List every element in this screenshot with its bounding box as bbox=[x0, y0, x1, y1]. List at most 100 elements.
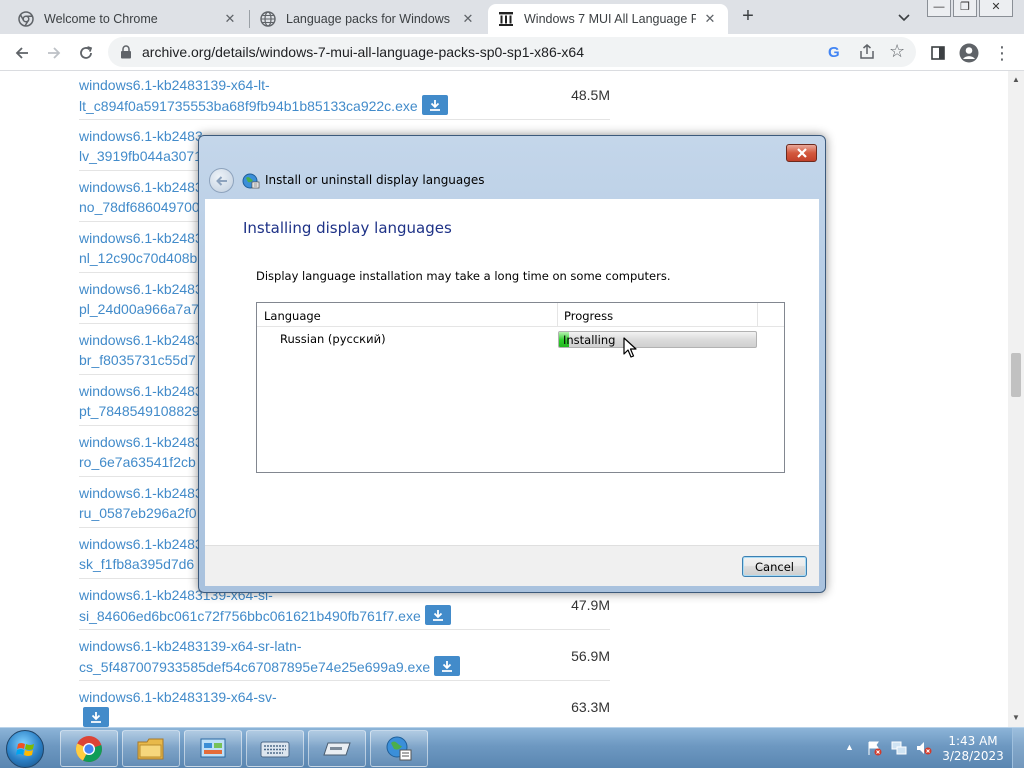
taskbar-language-setup-button[interactable] bbox=[370, 730, 428, 767]
file-size: 63.3M bbox=[571, 699, 610, 715]
minimize-button[interactable]: — bbox=[927, 0, 951, 17]
column-divider[interactable] bbox=[757, 303, 758, 327]
file-name-line2[interactable]: sk_f1fb8a395d7d6 bbox=[79, 556, 194, 572]
file-name-line2[interactable]: lv_3919fb044a3071 bbox=[79, 148, 202, 164]
reload-icon[interactable] bbox=[76, 43, 96, 63]
download-button[interactable] bbox=[421, 95, 448, 115]
archive-icon bbox=[498, 11, 514, 27]
restore-button[interactable]: ❐ bbox=[953, 0, 977, 17]
dialog-title: Install or uninstall display languages bbox=[265, 173, 485, 187]
install-progress-bar: Installing bbox=[558, 331, 757, 348]
drive-icon bbox=[323, 742, 351, 755]
page-scrollbar[interactable]: ▲ ▼ bbox=[1008, 71, 1024, 727]
file-name-line2[interactable]: no_78df686049700 bbox=[79, 199, 200, 215]
file-name-line1[interactable]: windows6.1-kb2483 bbox=[79, 536, 203, 552]
file-link[interactable]: windows6.1-kb2483139-x64-lt-lt_c894f0a59… bbox=[79, 75, 519, 116]
tab-welcome[interactable]: Welcome to Chrome ✕ bbox=[8, 4, 248, 34]
back-arrow-icon[interactable] bbox=[12, 43, 32, 63]
file-name-line2[interactable]: pl_24d00a966a7a7 bbox=[79, 301, 199, 317]
system-clock[interactable]: 1:43 AM 3/28/2023 bbox=[940, 734, 1006, 764]
file-name-line2[interactable]: pt_7848549108829 bbox=[79, 403, 200, 419]
file-link[interactable]: windows6.1-kb2483139-x64-sr-latn-cs_5f48… bbox=[79, 636, 519, 677]
close-tab-icon[interactable]: ✕ bbox=[222, 11, 238, 27]
download-button[interactable] bbox=[83, 707, 109, 727]
lock-icon[interactable] bbox=[120, 45, 132, 59]
cancel-button[interactable]: Cancel bbox=[742, 556, 807, 577]
close-window-button[interactable]: ✕ bbox=[979, 0, 1013, 17]
file-size: 56.9M bbox=[571, 648, 610, 664]
taskbar-control-panel-button[interactable] bbox=[184, 730, 242, 767]
show-hidden-icons-arrow-icon[interactable]: ▲ bbox=[845, 742, 854, 752]
action-center-flag-icon[interactable] bbox=[866, 740, 882, 756]
file-name-line1[interactable]: windows6.1-kb2483 bbox=[79, 485, 203, 501]
file-link[interactable]: windows6.1-kb2483139-x64-sv- bbox=[79, 687, 519, 727]
file-name-line2[interactable]: si_84606ed6bc061c72f756bbc061621b490fb76… bbox=[79, 608, 421, 624]
file-name-line1[interactable]: windows6.1-kb2483 bbox=[79, 128, 203, 144]
file-name-line1[interactable]: windows6.1-kb2483 bbox=[79, 383, 203, 399]
explorer-folder-icon bbox=[137, 738, 164, 759]
share-icon[interactable] bbox=[858, 43, 876, 61]
tab-language-packs[interactable]: Language packs for Windows - M ✕ bbox=[250, 4, 486, 34]
language-setup-icon bbox=[386, 736, 412, 760]
file-size: 48.5M bbox=[571, 87, 610, 103]
download-button[interactable] bbox=[424, 605, 451, 625]
kebab-menu-icon[interactable]: ⋮ bbox=[992, 43, 1012, 63]
dialog-body: Installing display languages Display lan… bbox=[205, 199, 819, 545]
scroll-up-arrow-icon[interactable]: ▲ bbox=[1012, 75, 1020, 84]
scrollbar-thumb[interactable] bbox=[1011, 353, 1021, 397]
file-size: 47.9M bbox=[571, 597, 610, 613]
file-name-line1[interactable]: windows6.1-kb2483139-x64-sr-latn- bbox=[79, 638, 302, 654]
dialog-footer: Cancel bbox=[205, 545, 819, 586]
download-button[interactable] bbox=[434, 656, 461, 676]
dialog-description: Display language installation may take a… bbox=[256, 269, 671, 283]
control-panel-icon bbox=[200, 738, 226, 757]
tab-title: Language packs for Windows - M bbox=[286, 12, 454, 26]
side-panel-icon[interactable] bbox=[928, 43, 948, 63]
volume-muted-icon[interactable] bbox=[916, 740, 932, 756]
language-list[interactable]: Language Progress Russian (русский) Inst… bbox=[256, 302, 785, 473]
forward-arrow-icon[interactable] bbox=[44, 43, 64, 63]
dialog-close-button[interactable] bbox=[786, 144, 817, 162]
url-text[interactable]: archive.org/details/windows-7-mui-all-la… bbox=[142, 44, 584, 60]
taskbar-chrome-button[interactable] bbox=[60, 730, 118, 767]
file-name-line1[interactable]: windows6.1-kb2483 bbox=[79, 281, 203, 297]
new-tab-button[interactable]: + bbox=[737, 6, 759, 28]
file-name-line1[interactable]: windows6.1-kb2483 bbox=[79, 179, 203, 195]
scroll-down-arrow-icon[interactable]: ▼ bbox=[1012, 713, 1020, 722]
address-bar[interactable]: archive.org/details/windows-7-mui-all-la… bbox=[108, 37, 916, 67]
column-header-language[interactable]: Language bbox=[264, 309, 321, 323]
file-name-line2[interactable]: ru_0587eb296a2f0 bbox=[79, 505, 197, 521]
dialog-back-button[interactable] bbox=[209, 168, 234, 193]
file-name-line1[interactable]: windows6.1-kb2483139-x64-sv- bbox=[79, 689, 277, 705]
profile-avatar-icon[interactable] bbox=[959, 43, 979, 63]
close-tab-icon[interactable]: ✕ bbox=[702, 11, 718, 27]
mouse-cursor-icon bbox=[623, 337, 637, 358]
file-name-line2[interactable]: br_f8035731c55d7 bbox=[79, 352, 196, 368]
list-item[interactable]: Russian (русский) Installing bbox=[257, 329, 784, 349]
tab-search-chevron-icon[interactable] bbox=[896, 9, 912, 25]
file-name-line1[interactable]: windows6.1-kb2483 bbox=[79, 230, 203, 246]
file-name-line1[interactable]: windows6.1-kb2483 bbox=[79, 332, 203, 348]
taskbar-drive-button[interactable] bbox=[308, 730, 366, 767]
file-name-line2[interactable]: lt_c894f0a591735553ba68f9fb94b1b85133ca9… bbox=[79, 98, 418, 114]
network-icon[interactable] bbox=[891, 740, 907, 756]
google-lens-icon[interactable]: G bbox=[828, 44, 840, 61]
file-name-line2[interactable]: cs_5f487007933585def54c67087895e74e25e69… bbox=[79, 659, 430, 675]
taskbar-keyboard-button[interactable] bbox=[246, 730, 304, 767]
bookmark-star-icon[interactable]: ☆ bbox=[889, 41, 905, 62]
dialog-heading: Installing display languages bbox=[243, 219, 452, 237]
column-divider[interactable] bbox=[557, 303, 558, 327]
file-name-line1[interactable]: windows6.1-kb2483 bbox=[79, 434, 203, 450]
tab-strip: Welcome to Chrome ✕ Language packs for W… bbox=[0, 0, 1024, 34]
taskbar-explorer-button[interactable] bbox=[122, 730, 180, 767]
start-button[interactable] bbox=[6, 730, 44, 768]
tab-archive-active[interactable]: Windows 7 MUI All Language Pa ✕ bbox=[488, 4, 728, 34]
file-name-line2[interactable]: nl_12c90c70d408b bbox=[79, 250, 197, 266]
download-icon bbox=[91, 712, 101, 723]
file-name-line2[interactable]: ro_6e7a63541f2cb bbox=[79, 454, 196, 470]
show-desktop-button[interactable] bbox=[1012, 728, 1024, 768]
column-header-progress[interactable]: Progress bbox=[564, 309, 613, 323]
close-tab-icon[interactable]: ✕ bbox=[460, 11, 476, 27]
file-name-line1[interactable]: windows6.1-kb2483139-x64-lt- bbox=[79, 77, 270, 93]
keyboard-icon bbox=[260, 741, 290, 757]
